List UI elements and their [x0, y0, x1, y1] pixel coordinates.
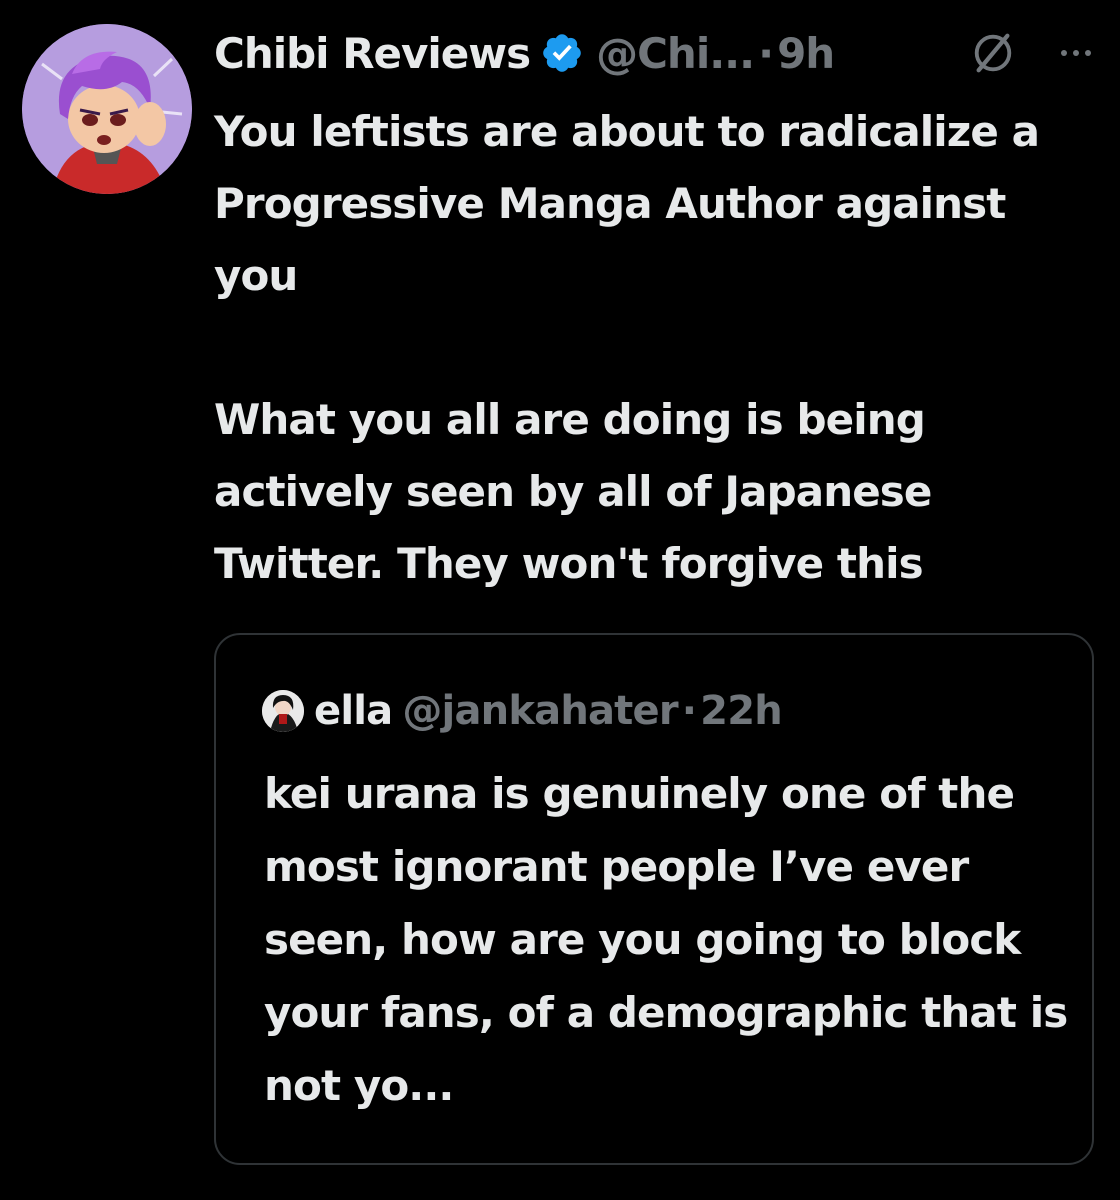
quoted-tweet-card[interactable]: ella @jankahater · 22h kei urana is genu…	[214, 633, 1094, 1165]
quoted-tweet-text: kei urana is genuinely one of the most i…	[264, 769, 1068, 1110]
quoted-display-name[interactable]: ella	[314, 688, 393, 734]
quoted-user-avatar	[262, 690, 304, 732]
verified-badge-icon	[543, 34, 581, 72]
separator-dot: ·	[681, 688, 697, 734]
grok-icon[interactable]	[970, 30, 1016, 76]
display-name[interactable]: Chibi Reviews	[214, 29, 531, 78]
tweet-text: You leftists are about to radicalize a P…	[214, 96, 1094, 600]
tweet-timestamp[interactable]: 9h	[777, 29, 835, 78]
quoted-user-handle[interactable]: @jankahater	[402, 688, 678, 734]
quoted-tweet-header: ella @jankahater · 22h	[262, 683, 783, 739]
tweet-paragraph: You leftists are about to radicalize a P…	[214, 107, 1040, 300]
more-options-icon[interactable]	[1054, 38, 1098, 68]
tweet-header: Chibi Reviews @Chi... · 9h	[214, 20, 835, 86]
separator-dot: ·	[758, 28, 774, 78]
user-handle[interactable]: @Chi...	[596, 29, 755, 78]
tweet[interactable]: Chibi Reviews @Chi... · 9h You leftists …	[0, 0, 1120, 1200]
quoted-timestamp[interactable]: 22h	[700, 688, 783, 734]
user-avatar[interactable]	[22, 24, 192, 194]
tweet-paragraph: What you all are doing is being actively…	[214, 395, 932, 588]
